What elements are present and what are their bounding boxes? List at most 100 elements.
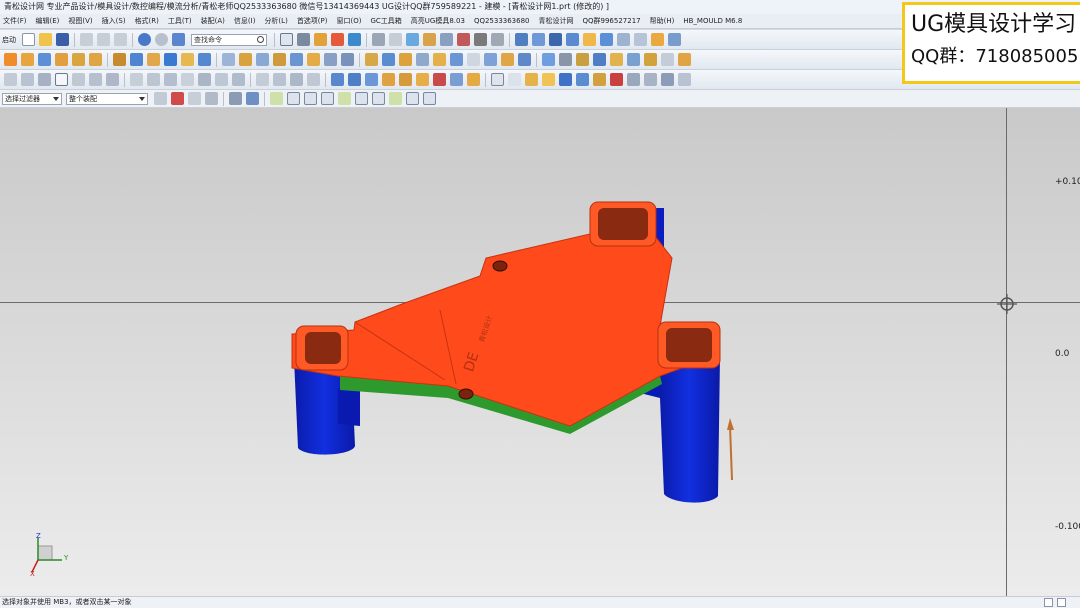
menu-window[interactable]: 窗口(O) bbox=[334, 16, 368, 26]
point-icon[interactable] bbox=[38, 73, 51, 86]
menu-gc-toolbox[interactable]: GC工具箱 bbox=[367, 16, 407, 26]
x-ray-icon[interactable] bbox=[508, 73, 521, 86]
pull-face-icon[interactable] bbox=[610, 53, 623, 66]
curve-length-icon[interactable] bbox=[290, 73, 303, 86]
bounded-plane-icon[interactable] bbox=[467, 53, 480, 66]
lip-icon[interactable] bbox=[416, 73, 429, 86]
slider-icon[interactable] bbox=[600, 33, 613, 46]
layer-icon[interactable] bbox=[348, 33, 361, 46]
boss-icon[interactable] bbox=[181, 53, 194, 66]
parting-icon[interactable] bbox=[532, 33, 545, 46]
part-navigator-icon[interactable] bbox=[372, 33, 385, 46]
selection-mode-icon[interactable] bbox=[205, 92, 218, 105]
part-model[interactable] bbox=[0, 108, 1080, 596]
quadrant-point-icon[interactable] bbox=[372, 92, 385, 105]
undo-icon[interactable] bbox=[138, 33, 151, 46]
pocket-icon[interactable] bbox=[198, 53, 211, 66]
fillet-curve-icon[interactable] bbox=[307, 73, 320, 86]
midpoint-icon[interactable] bbox=[304, 92, 317, 105]
offset-face-icon[interactable] bbox=[324, 53, 337, 66]
ruled-icon[interactable] bbox=[518, 53, 531, 66]
rib-icon[interactable] bbox=[399, 73, 412, 86]
menu-file[interactable]: 文件(F) bbox=[0, 16, 33, 26]
paste-icon[interactable] bbox=[114, 33, 127, 46]
extract-curve-icon[interactable] bbox=[198, 73, 211, 86]
blank-icon[interactable] bbox=[678, 73, 691, 86]
redo-icon[interactable] bbox=[155, 33, 168, 46]
dimension-icon[interactable] bbox=[491, 33, 504, 46]
cone-icon[interactable] bbox=[89, 53, 102, 66]
face-curve-icon[interactable] bbox=[331, 73, 344, 86]
color-icon[interactable] bbox=[331, 33, 344, 46]
arc-icon[interactable] bbox=[4, 73, 17, 86]
mold-wizard-icon[interactable] bbox=[515, 33, 528, 46]
draft-icon[interactable] bbox=[273, 53, 286, 66]
thicken-icon[interactable] bbox=[399, 53, 412, 66]
menu-preferences[interactable]: 首选项(P) bbox=[294, 16, 334, 26]
window-close-icon[interactable] bbox=[1057, 598, 1066, 607]
endpoint-icon[interactable] bbox=[287, 92, 300, 105]
block-icon[interactable] bbox=[55, 53, 68, 66]
window-restore-icon[interactable] bbox=[1044, 598, 1053, 607]
trim-body-icon[interactable] bbox=[290, 53, 303, 66]
vent-icon[interactable] bbox=[450, 73, 463, 86]
split-body-icon[interactable] bbox=[307, 53, 320, 66]
cube-icon[interactable] bbox=[542, 73, 555, 86]
existing-point-icon[interactable] bbox=[423, 92, 436, 105]
grid-pattern-icon[interactable] bbox=[542, 53, 555, 66]
selection-filter-dropdown[interactable]: 选择过滤器 bbox=[2, 92, 62, 105]
menu-help[interactable]: 帮助(H) bbox=[647, 16, 681, 26]
standard-part-icon[interactable] bbox=[583, 33, 596, 46]
chamfer-icon[interactable] bbox=[239, 53, 252, 66]
ellipse-icon[interactable] bbox=[89, 73, 102, 86]
electrode-icon[interactable] bbox=[634, 33, 647, 46]
patch-icon[interactable] bbox=[433, 53, 446, 66]
mirror-icon[interactable] bbox=[382, 53, 395, 66]
snap-fit-icon[interactable] bbox=[433, 73, 446, 86]
arc-center-icon[interactable] bbox=[355, 92, 368, 105]
hole-bottom[interactable] bbox=[458, 388, 474, 400]
shell-icon[interactable] bbox=[256, 53, 269, 66]
cylinder-face-icon[interactable] bbox=[661, 53, 674, 66]
sketch-icon[interactable] bbox=[4, 53, 17, 66]
divide-curve-icon[interactable] bbox=[273, 73, 286, 86]
box-icon[interactable] bbox=[525, 73, 538, 86]
cut-plane-icon[interactable] bbox=[644, 73, 657, 86]
grid-icon[interactable] bbox=[559, 73, 572, 86]
sew-icon[interactable] bbox=[416, 53, 429, 66]
menu-assembly[interactable]: 装配(A) bbox=[198, 16, 231, 26]
point-on-curve-icon[interactable] bbox=[389, 92, 402, 105]
graphics-viewport[interactable]: +0.10 0.0 -0.100 bbox=[0, 108, 1080, 596]
text-icon[interactable] bbox=[55, 73, 68, 86]
menu-ug-mold[interactable]: 高亮UG模具8.03 bbox=[408, 16, 471, 26]
menu-information[interactable]: 信息(I) bbox=[231, 16, 262, 26]
project-curve-icon[interactable] bbox=[147, 73, 160, 86]
helix-icon[interactable] bbox=[106, 73, 119, 86]
linked-face-icon[interactable] bbox=[627, 53, 640, 66]
boss-pocket-back[interactable] bbox=[598, 208, 648, 240]
boss-pocket-right[interactable] bbox=[666, 328, 712, 362]
emboss-icon[interactable] bbox=[365, 73, 378, 86]
new-file-icon[interactable] bbox=[22, 33, 35, 46]
subtract-icon[interactable] bbox=[130, 53, 143, 66]
resize-face-icon[interactable] bbox=[593, 53, 606, 66]
surface-icon[interactable] bbox=[661, 73, 674, 86]
move-face-icon[interactable] bbox=[576, 53, 589, 66]
assembly-scope-dropdown[interactable]: 整个装配 bbox=[66, 92, 148, 105]
menu-view[interactable]: 视图(V) bbox=[65, 16, 98, 26]
intersect-icon[interactable] bbox=[147, 53, 160, 66]
measure-icon[interactable] bbox=[440, 33, 453, 46]
extract-icon[interactable] bbox=[450, 53, 463, 66]
replace-face-icon[interactable] bbox=[341, 53, 354, 66]
menu-insert[interactable]: 插入(S) bbox=[99, 16, 132, 26]
boss-pocket-left[interactable] bbox=[305, 332, 341, 364]
pattern-icon[interactable] bbox=[365, 53, 378, 66]
menu-qq-group[interactable]: QQ群996527217 bbox=[580, 16, 647, 26]
swept-icon[interactable] bbox=[501, 53, 514, 66]
command-search-input[interactable]: 查找命令 bbox=[191, 33, 267, 46]
fit-view-icon[interactable] bbox=[280, 33, 293, 46]
control-point-icon[interactable] bbox=[321, 92, 334, 105]
studio-icon[interactable] bbox=[627, 73, 640, 86]
character-icon[interactable] bbox=[491, 73, 504, 86]
mesh-icon[interactable] bbox=[576, 73, 589, 86]
